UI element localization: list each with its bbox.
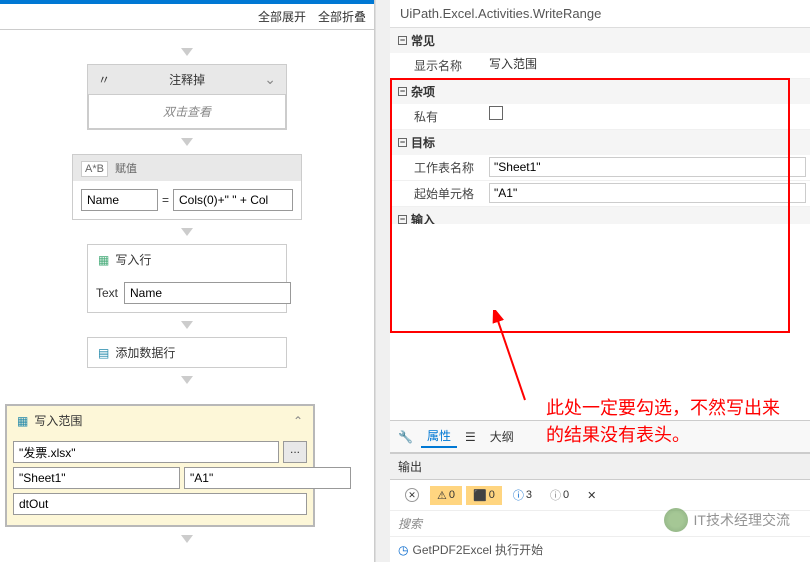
write-line-title: 写入行 <box>115 251 151 268</box>
private-checkbox[interactable] <box>489 106 503 120</box>
section-target[interactable]: − 目标 <box>390 130 810 155</box>
watermark: IT技术经理交流 <box>664 508 790 532</box>
text-label: Text <box>96 286 118 300</box>
write-line-activity[interactable]: ▦ 写入行 Text <box>87 244 287 313</box>
private-label: 私有 <box>390 104 485 129</box>
comment-title: 注释掉 <box>169 71 205 88</box>
start-cell-input[interactable] <box>489 183 806 203</box>
flow-arrow-icon <box>181 138 193 146</box>
close-output-button[interactable]: ✕ <box>580 486 603 505</box>
write-range-cell-input[interactable] <box>184 467 351 489</box>
assign-right-input[interactable] <box>173 189 293 211</box>
assign-left-input[interactable] <box>81 189 158 211</box>
assign-activity[interactable]: A*B 赋值 = <box>72 154 302 220</box>
write-line-icon: ▦ <box>98 253 109 267</box>
collapse-icon[interactable]: ⌃ <box>293 414 303 428</box>
info-filter[interactable]: ⓘ3 <box>506 484 539 506</box>
annotation-text: 此处一定要勾选，不然写出来 的结果没有表头。 <box>546 395 780 449</box>
write-range-table-input[interactable] <box>13 493 307 515</box>
write-range-title: 写入范围 <box>34 412 82 429</box>
display-name-value[interactable]: 写入范围 <box>489 57 537 71</box>
chevron-down-icon[interactable]: ⌄ <box>264 71 276 88</box>
tab-outline[interactable]: 大纲 <box>484 426 520 447</box>
flow-arrow-icon <box>181 321 193 329</box>
list-icon: ☰ <box>465 430 476 444</box>
write-range-icon: ▦ <box>17 414 28 428</box>
section-input[interactable]: − 输入 <box>390 207 810 224</box>
assign-title: 赋值 <box>115 163 137 175</box>
wrench-icon: 🔧 <box>398 430 413 444</box>
collapse-icon[interactable]: − <box>398 87 407 96</box>
comment-body[interactable]: 双击查看 <box>88 94 286 129</box>
section-common[interactable]: − 常见 <box>390 28 810 53</box>
flow-arrow-icon <box>181 48 193 56</box>
flow-arrow-icon <box>181 535 193 543</box>
assign-badge: A*B <box>81 161 108 177</box>
output-title: 输出 <box>390 454 810 480</box>
comment-activity[interactable]: 〃 注释掉 ⌄ 双击查看 <box>87 64 287 130</box>
clear-button[interactable]: ✕ <box>398 485 426 505</box>
collapse-all-link[interactable]: 全部折叠 <box>318 8 366 25</box>
write-range-activity[interactable]: ▦ 写入范围 ⌃ ... <box>5 404 315 527</box>
add-data-row-activity[interactable]: ▤ 添加数据行 <box>87 337 287 368</box>
add-row-title: 添加数据行 <box>115 344 175 361</box>
start-cell-label: 起始单元格 <box>390 181 485 206</box>
tab-properties[interactable]: 属性 <box>421 425 457 448</box>
expand-all-link[interactable]: 全部展开 <box>258 8 306 25</box>
vertical-scrollbar[interactable] <box>375 0 390 562</box>
sheet-name-input[interactable] <box>489 157 806 177</box>
write-range-file-input[interactable] <box>13 441 279 463</box>
sheet-name-label: 工作表名称 <box>390 155 485 180</box>
comment-icon: 〃 <box>98 71 110 88</box>
equals-label: = <box>162 193 169 207</box>
error-filter[interactable]: ⬛0 <box>466 486 502 505</box>
clock-icon: ◷ <box>398 543 408 557</box>
section-misc[interactable]: − 杂项 <box>390 79 810 104</box>
flow-arrow-icon <box>181 228 193 236</box>
collapse-icon[interactable]: − <box>398 215 407 224</box>
flow-arrow-icon <box>181 376 193 384</box>
write-line-text-input[interactable] <box>124 282 291 304</box>
trace-filter[interactable]: ⓘ0 <box>543 484 576 506</box>
collapse-icon[interactable]: − <box>398 138 407 147</box>
display-name-label: 显示名称 <box>390 53 485 78</box>
watermark-logo-icon <box>664 508 688 532</box>
write-range-sheet-input[interactable] <box>13 467 180 489</box>
output-log-item[interactable]: ◷ GetPDF2Excel 执行开始 <box>390 537 810 562</box>
add-row-icon: ▤ <box>98 346 109 360</box>
browse-button[interactable]: ... <box>283 441 307 463</box>
collapse-icon[interactable]: − <box>398 36 407 45</box>
properties-title: UiPath.Excel.Activities.WriteRange <box>390 0 810 28</box>
warn-filter[interactable]: ⚠0 <box>430 486 462 505</box>
